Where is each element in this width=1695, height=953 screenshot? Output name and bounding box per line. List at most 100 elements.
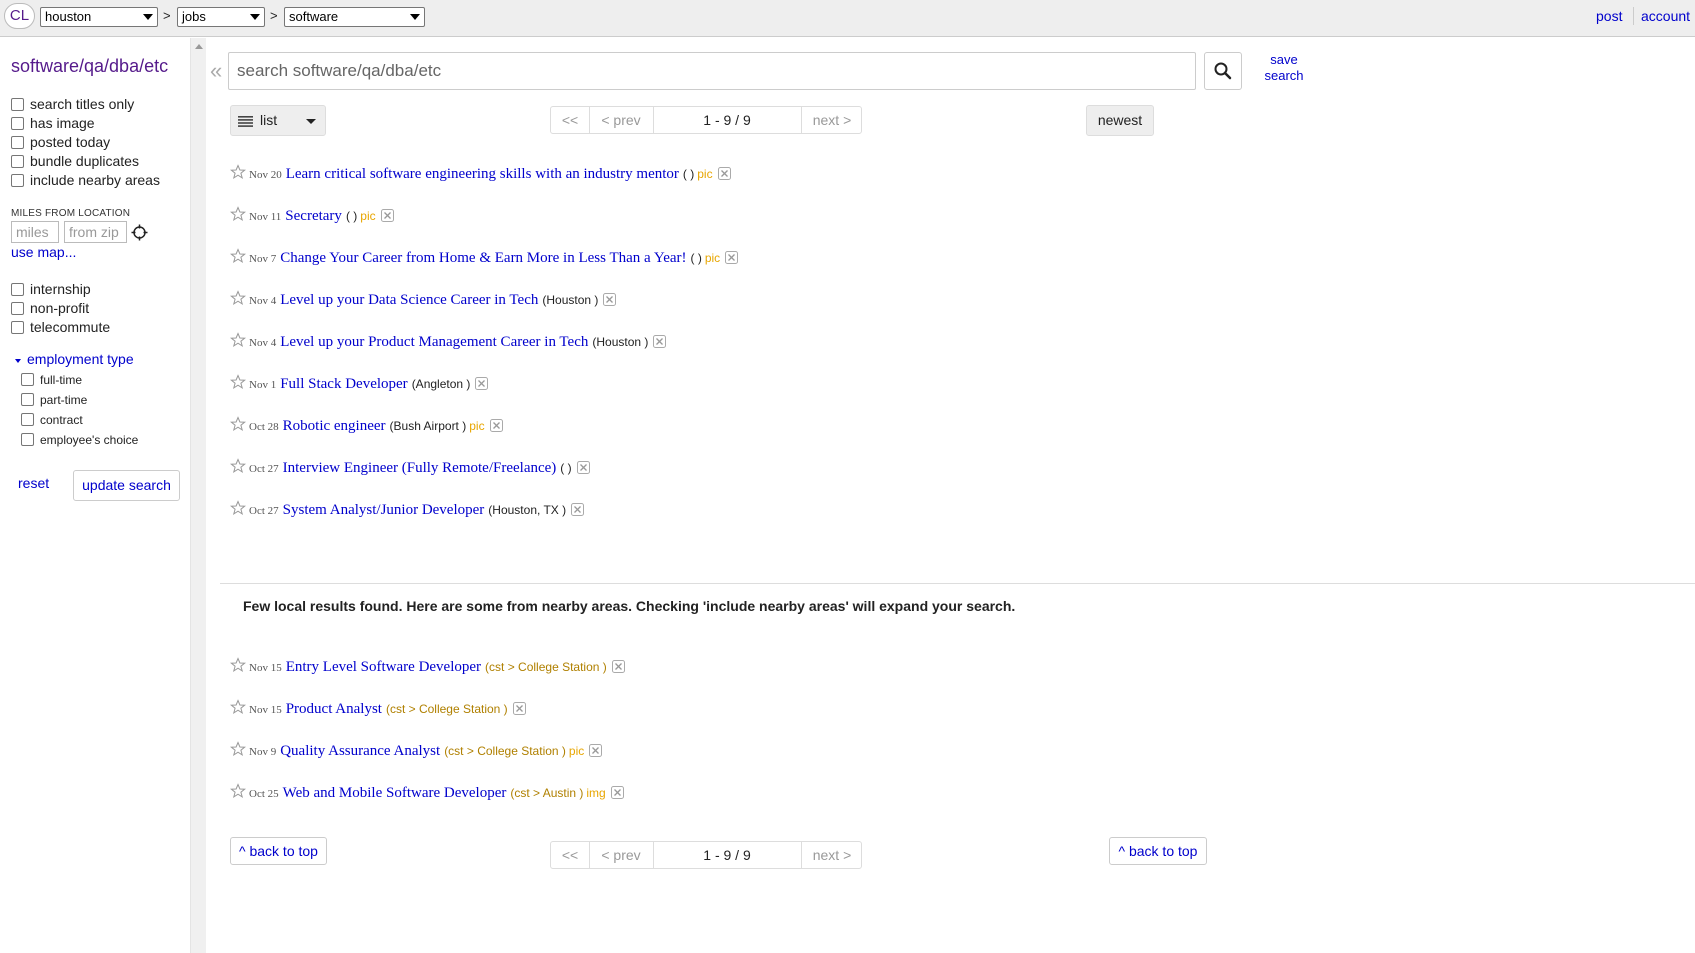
post-link[interactable]: post	[1596, 8, 1622, 24]
zip-input[interactable]: from zip	[64, 221, 127, 243]
hide-posting-icon[interactable]	[380, 209, 394, 222]
hide-posting-icon[interactable]	[717, 167, 731, 180]
favorite-star-icon[interactable]	[230, 699, 246, 715]
subcategory-select[interactable]: software	[284, 7, 425, 27]
favorite-star-icon[interactable]	[230, 248, 246, 264]
filter-telecommute[interactable]: telecommute	[11, 318, 110, 337]
account-link[interactable]: account	[1641, 8, 1690, 24]
hide-posting-icon[interactable]	[725, 251, 739, 264]
favorite-star-icon[interactable]	[230, 458, 246, 474]
miles-input[interactable]: miles	[11, 221, 59, 243]
filter-employees-choice[interactable]: employee's choice	[21, 431, 138, 450]
result-title-link[interactable]: Level up your Product Management Career …	[280, 334, 588, 350]
result-title-link[interactable]: Full Stack Developer	[280, 376, 407, 392]
save-search-link[interactable]: save search	[1262, 52, 1306, 84]
result-row: Oct 25 Web and Mobile Software Developer(…	[230, 783, 624, 805]
favorite-star-icon[interactable]	[230, 741, 246, 757]
back-to-top-button[interactable]: ^ back to top	[1109, 837, 1207, 865]
favorite-star-icon[interactable]	[230, 206, 246, 222]
filter-contract[interactable]: contract	[21, 411, 83, 430]
search-button[interactable]	[1204, 52, 1242, 90]
result-title-link[interactable]: Quality Assurance Analyst	[280, 743, 440, 759]
checkbox[interactable]	[21, 413, 34, 426]
filter-full-time[interactable]: full-time	[21, 371, 82, 390]
filter-has-image[interactable]: has image	[11, 114, 95, 133]
result-title-link[interactable]: Product Analyst	[286, 701, 382, 717]
hide-posting-icon[interactable]	[589, 744, 603, 757]
hide-posting-icon[interactable]	[475, 377, 489, 390]
hide-posting-icon[interactable]	[576, 461, 590, 474]
favorite-star-icon[interactable]	[230, 416, 246, 432]
locate-icon[interactable]	[131, 224, 148, 241]
hide-posting-icon[interactable]	[610, 786, 624, 799]
favorite-star-icon[interactable]	[230, 290, 246, 306]
hide-posting-icon[interactable]	[571, 503, 585, 516]
use-map-link[interactable]: use map...	[11, 244, 76, 260]
favorite-star-icon[interactable]	[230, 374, 246, 390]
hide-posting-icon[interactable]	[512, 702, 526, 715]
employment-type-toggle[interactable]: employment type	[27, 351, 134, 367]
favorite-star-icon[interactable]	[230, 657, 246, 673]
checkbox[interactable]	[11, 283, 24, 296]
hide-posting-icon[interactable]	[603, 293, 617, 306]
favorite-star-icon[interactable]	[230, 500, 246, 516]
checkbox[interactable]	[21, 373, 34, 386]
result-title-link[interactable]: Robotic engineer	[283, 418, 386, 434]
collapse-sidebar-button[interactable]: «	[210, 58, 222, 84]
craigslist-logo[interactable]: CL	[4, 3, 35, 29]
prev-page-button[interactable]: < prev	[589, 847, 653, 863]
list-icon	[238, 116, 253, 127]
sidebar-scrollbar[interactable]	[190, 38, 206, 953]
checkbox[interactable]	[11, 155, 24, 168]
favorite-star-icon[interactable]	[230, 783, 246, 799]
hide-posting-icon[interactable]	[653, 335, 667, 348]
favorite-star-icon[interactable]	[230, 164, 246, 180]
favorite-star-icon[interactable]	[230, 332, 246, 348]
category-select[interactable]: jobs	[177, 7, 265, 27]
checkbox[interactable]	[11, 321, 24, 334]
result-title-link[interactable]: Secretary	[285, 208, 342, 224]
filter-non-profit[interactable]: non-profit	[11, 299, 89, 318]
filter-internship[interactable]: internship	[11, 280, 91, 299]
checkbox[interactable]	[11, 302, 24, 315]
result-title-link[interactable]: Interview Engineer (Fully Remote/Freelan…	[283, 460, 557, 476]
checkbox[interactable]	[21, 433, 34, 446]
result-location: (cst > College Station )	[385, 702, 508, 716]
city-select[interactable]: houston	[40, 7, 158, 27]
checkbox[interactable]	[11, 174, 24, 187]
prev-page-button[interactable]: < prev	[589, 112, 653, 128]
filter-posted-today[interactable]: posted today	[11, 133, 110, 152]
hide-posting-icon[interactable]	[489, 419, 503, 432]
first-page-button[interactable]: <<	[551, 847, 589, 863]
filter-part-time[interactable]: part-time	[21, 391, 87, 410]
next-page-button[interactable]: next >	[801, 847, 863, 863]
back-to-top-button[interactable]: ^ back to top	[230, 837, 327, 865]
first-page-button[interactable]: <<	[551, 112, 589, 128]
expand-arrow-icon[interactable]	[15, 359, 21, 363]
result-date: Oct 27	[249, 463, 279, 475]
result-title-link[interactable]: System Analyst/Junior Developer	[283, 502, 485, 518]
view-mode-select[interactable]: list	[230, 105, 326, 136]
reset-button[interactable]: reset	[18, 475, 49, 491]
scroll-up-arrow-icon[interactable]	[195, 44, 203, 49]
hide-posting-icon[interactable]	[611, 660, 625, 673]
update-search-button[interactable]: update search	[73, 470, 180, 501]
checkbox[interactable]	[11, 98, 24, 111]
subcategory-select-value: software	[289, 9, 339, 24]
filter-label: internship	[30, 281, 91, 297]
result-title-link[interactable]: Web and Mobile Software Developer	[283, 785, 507, 801]
checkbox[interactable]	[11, 117, 24, 130]
checkbox[interactable]	[21, 393, 34, 406]
checkbox[interactable]	[11, 136, 24, 149]
filter-include-nearby-areas[interactable]: include nearby areas	[11, 171, 160, 190]
sort-newest-button[interactable]: newest	[1086, 105, 1154, 136]
filter-search-titles-only[interactable]: search titles only	[11, 95, 134, 114]
result-title-link[interactable]: Learn critical software engineering skil…	[286, 166, 679, 182]
result-title-link[interactable]: Entry Level Software Developer	[286, 659, 481, 675]
result-title-link[interactable]: Change Your Career from Home & Earn More…	[280, 250, 686, 266]
result-title-link[interactable]: Level up your Data Science Career in Tec…	[280, 292, 538, 308]
pagination-bottom: << < prev 1 - 9 / 9 next >	[550, 841, 862, 869]
search-input[interactable]: search software/qa/dba/etc	[228, 52, 1196, 90]
next-page-button[interactable]: next >	[801, 112, 863, 128]
filter-bundle-duplicates[interactable]: bundle duplicates	[11, 152, 139, 171]
